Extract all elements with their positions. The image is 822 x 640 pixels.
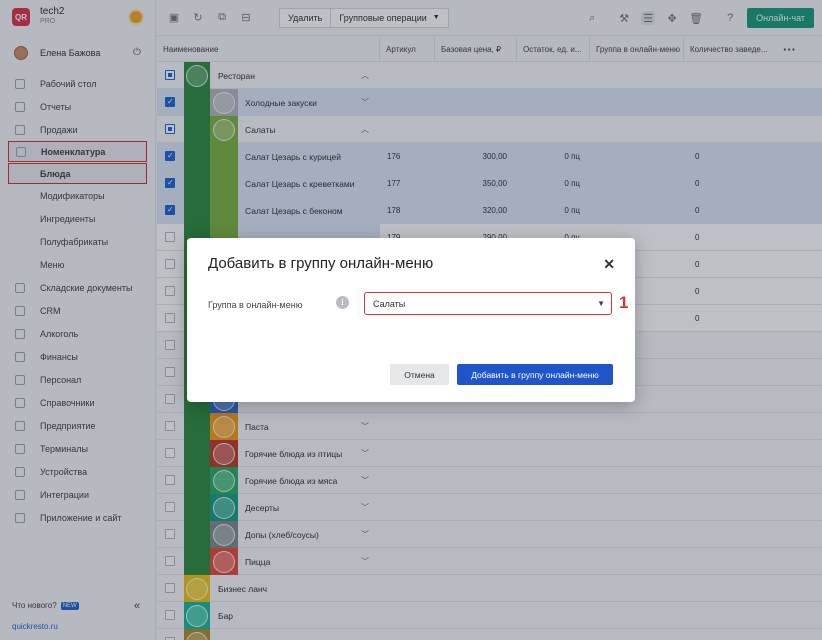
online-group-label: Группа в онлайн-меню	[208, 300, 303, 310]
dialog-title: Добавить в группу онлайн-меню	[208, 255, 434, 272]
annotation-marker: 1	[619, 293, 629, 312]
online-group-select[interactable]: Салаты ▼	[364, 292, 612, 315]
info-icon[interactable]: i	[336, 296, 349, 309]
close-icon[interactable]: ✕	[603, 256, 615, 273]
cancel-button[interactable]: Отмена	[390, 364, 449, 385]
caret-down-icon: ▼	[597, 299, 605, 308]
add-to-group-button[interactable]: Добавить в группу онлайн-меню	[457, 364, 613, 385]
add-to-online-menu-dialog: Добавить в группу онлайн-меню ✕ Группа в…	[187, 238, 635, 402]
selected-group: Салаты	[373, 298, 406, 309]
